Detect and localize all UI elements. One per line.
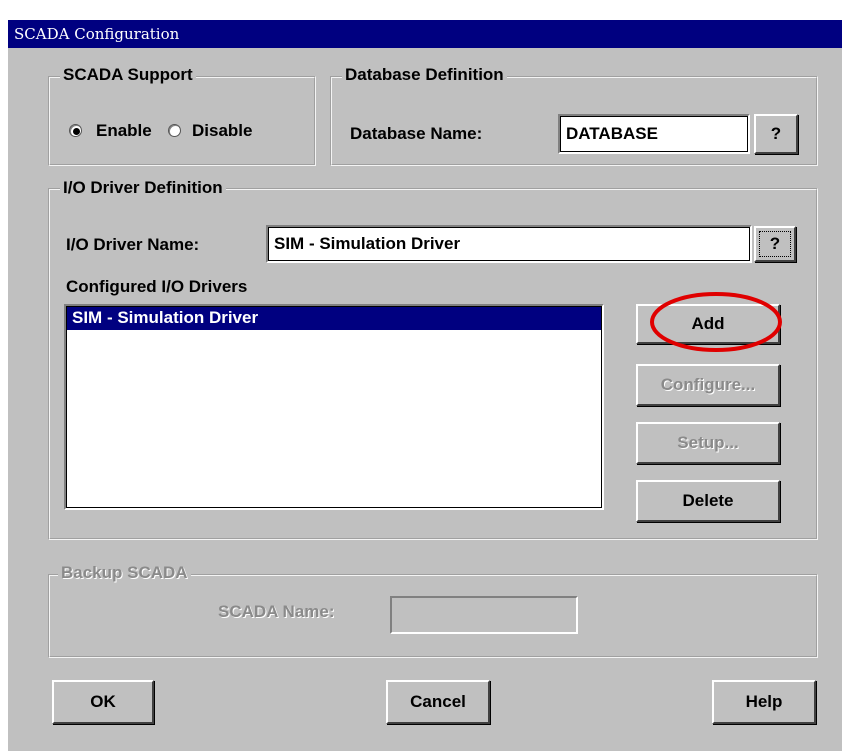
disable-radio[interactable] [168, 124, 181, 137]
configured-io-drivers-label: Configured I/O Drivers [66, 277, 248, 296]
enable-radio[interactable] [69, 124, 82, 137]
database-name-field[interactable]: DATABASE [558, 114, 750, 154]
list-item[interactable]: SIM - Simulation Driver [66, 306, 602, 330]
configure-button[interactable]: Configure... [636, 364, 780, 406]
window-title: SCADA Configuration [14, 25, 180, 43]
radio-selected-dot [73, 128, 80, 135]
cancel-button[interactable]: Cancel [386, 680, 490, 724]
highlight-circle [650, 292, 782, 352]
io-driver-definition-legend: I/O Driver Definition [60, 178, 226, 198]
scada-support-group [48, 76, 316, 166]
io-driver-name-field[interactable]: SIM - Simulation Driver [266, 225, 752, 263]
scada-support-legend: SCADA Support [60, 65, 196, 85]
help-button[interactable]: Help [712, 680, 816, 724]
enable-radio-label[interactable]: Enable [96, 120, 152, 142]
ok-button[interactable]: OK [52, 680, 154, 724]
database-help-button[interactable]: ? [754, 114, 798, 154]
delete-button[interactable]: Delete [636, 480, 780, 522]
setup-button[interactable]: Setup... [636, 422, 780, 464]
configured-io-drivers-list[interactable]: SIM - Simulation Driver [64, 304, 604, 510]
backup-scada-legend: Backup SCADA [58, 563, 191, 583]
io-driver-help-button[interactable]: ? [754, 226, 796, 262]
io-driver-name-label: I/O Driver Name: [66, 235, 200, 254]
database-name-label: Database Name: [350, 124, 483, 143]
window-title-bar[interactable]: SCADA Configuration [8, 20, 842, 48]
database-definition-legend: Database Definition [342, 65, 507, 85]
disable-radio-label[interactable]: Disable [192, 120, 252, 142]
scada-name-label: SCADA Name: [218, 602, 335, 621]
scada-name-field[interactable] [390, 596, 578, 634]
